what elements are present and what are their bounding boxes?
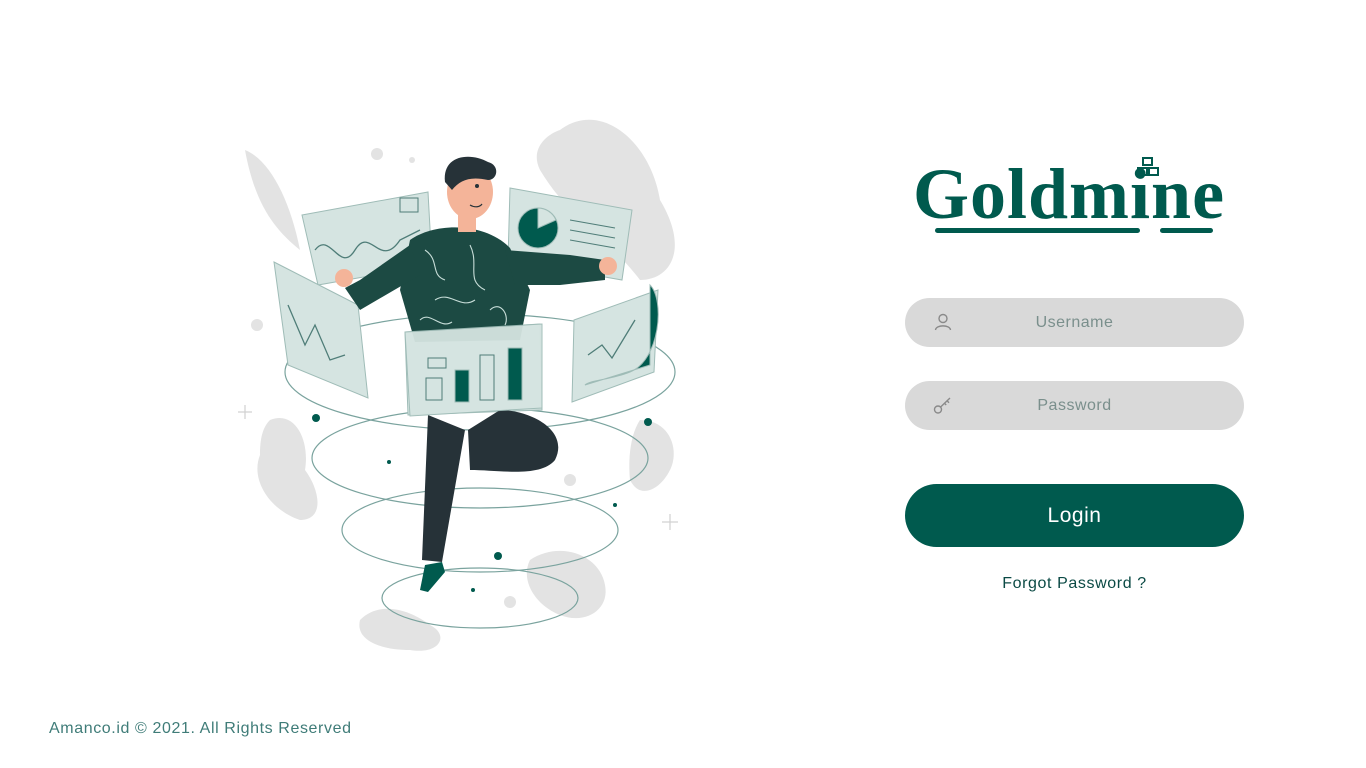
password-input[interactable]	[905, 381, 1244, 430]
leaf-shape	[629, 420, 674, 491]
password-field[interactable]	[905, 381, 1244, 430]
brand-underline	[1160, 228, 1213, 233]
hero-illustration	[238, 119, 678, 651]
chart-panel	[571, 289, 659, 403]
leaf-shape	[245, 150, 300, 250]
brand-underline	[935, 228, 1140, 233]
gold-bars-icon	[1137, 157, 1159, 176]
username-field[interactable]	[905, 298, 1244, 347]
brand-logo: Goldmine	[905, 148, 1245, 243]
footer-copyright: Amanco.id © 2021. All Rights Reserved	[49, 720, 352, 737]
brand-name: Goldmine	[913, 154, 1226, 234]
leaf-shape	[257, 418, 318, 520]
forgot-password-link[interactable]: Forgot Password ?	[905, 575, 1244, 593]
leaf-shape	[526, 550, 606, 619]
username-input[interactable]	[905, 298, 1244, 347]
login-button[interactable]: Login	[905, 484, 1244, 547]
